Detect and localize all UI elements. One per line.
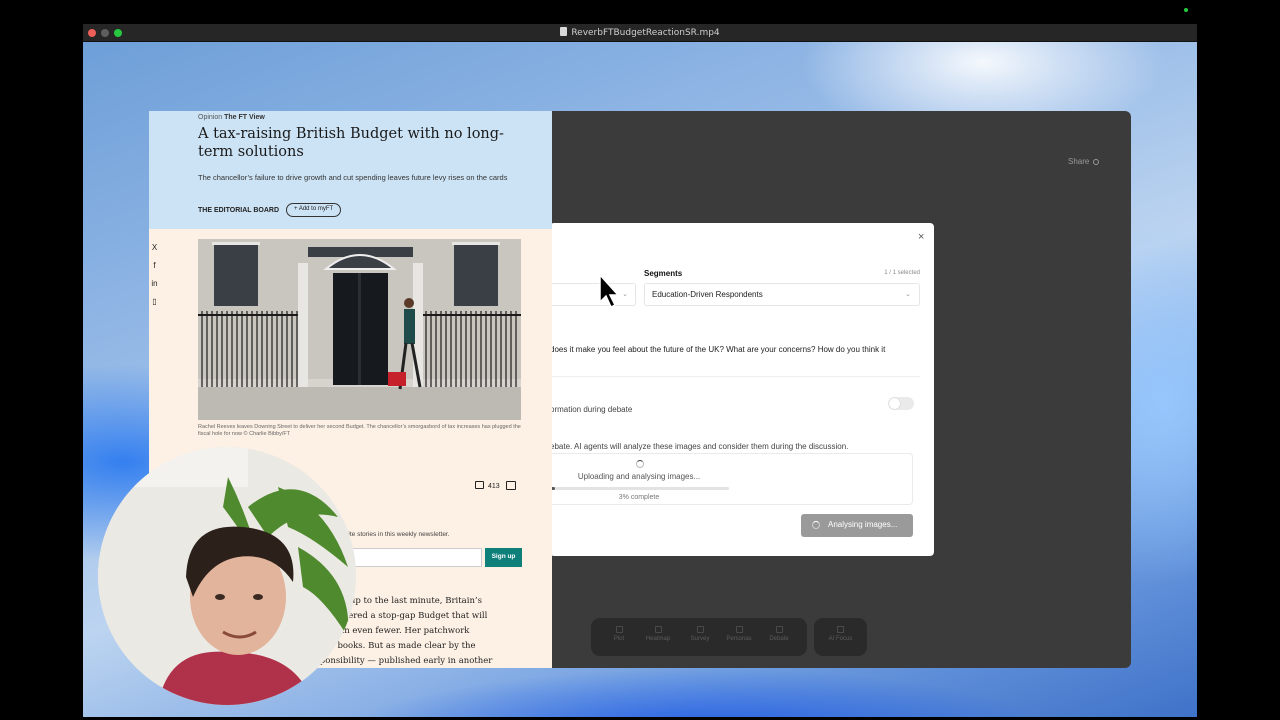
- bookmark-icon[interactable]: ▯: [149, 293, 160, 311]
- photo-caption: Rachel Reeves leaves Downing Street to d…: [198, 424, 521, 437]
- body-line: ces the books. But as made clear by the: [304, 641, 476, 651]
- tool-label: Personas: [726, 636, 752, 642]
- analyse-button-label: Analysing images...: [828, 520, 898, 529]
- kicker-column[interactable]: The FT View: [224, 114, 265, 121]
- plot-icon: [615, 626, 623, 633]
- share-button[interactable]: Share: [1068, 157, 1100, 166]
- print-icon[interactable]: [506, 481, 516, 490]
- information-toggle[interactable]: [888, 397, 914, 410]
- bottom-toolbar: Plot Heatmap Survey Personas Debate: [591, 618, 807, 656]
- segment-value: Education-Driven Respondents: [652, 290, 763, 299]
- segments-label: Segments: [644, 269, 683, 278]
- upload-progress-bar: [550, 487, 729, 490]
- ai-focus-icon: [837, 626, 844, 633]
- ai-focus-label: AI Focus: [828, 636, 853, 642]
- segments-select[interactable]: Education-Driven Respondents ⌄: [644, 283, 920, 306]
- upload-progress-label: 3% complete: [618, 494, 660, 501]
- comment-count: 413: [488, 483, 500, 490]
- tool-label: Debate: [769, 636, 789, 642]
- screen: ReverbFTBudgetReactionSR.mp4 Share Plot …: [0, 0, 1280, 720]
- personas-icon: [735, 626, 743, 633]
- article-kicker: Opinion The FT View: [198, 114, 265, 121]
- heatmap-icon: [654, 626, 662, 633]
- tool-survey[interactable]: Survey: [680, 626, 720, 642]
- image-upload-area[interactable]: Uploading and analysing images... 3% com…: [550, 453, 913, 505]
- article-standfirst: The chancellor’s failure to drive growth…: [198, 173, 508, 182]
- share-bar: X f in ▯: [149, 239, 160, 311]
- chevron-down-icon: ⌄: [905, 291, 911, 298]
- tool-personas[interactable]: Personas: [719, 626, 759, 642]
- window-titlebar[interactable]: ReverbFTBudgetReactionSR.mp4: [83, 24, 1197, 42]
- article-header: Opinion The FT View A tax-raising Britis…: [149, 111, 552, 229]
- share-label: Share: [1068, 157, 1090, 166]
- kicker-section[interactable]: Opinion: [198, 114, 222, 121]
- tool-plot[interactable]: Plot: [599, 626, 639, 642]
- loading-spinner-icon: [636, 460, 644, 468]
- tool-label: Plot: [613, 636, 625, 642]
- divider: [550, 376, 920, 377]
- ai-focus-button[interactable]: AI Focus: [814, 618, 867, 656]
- mouse-cursor-icon: [599, 274, 620, 309]
- upload-status: Uploading and analysing images...: [577, 472, 701, 481]
- survey-icon: [696, 626, 704, 633]
- button-spinner-icon: [812, 521, 820, 529]
- debate-setup-modal: × ⌄ Segments 1 / 1 selected Education-Dr…: [550, 223, 934, 556]
- window-title-text: ReverbFTBudgetReactionSR.mp4: [571, 28, 720, 38]
- x-share-icon[interactable]: X: [149, 239, 160, 257]
- tool-debate[interactable]: Debate: [759, 626, 799, 642]
- comments-link[interactable]: 413: [475, 481, 500, 490]
- tool-label: Heatmap: [645, 636, 671, 642]
- signup-button[interactable]: Sign up: [485, 548, 522, 567]
- linkedin-share-icon[interactable]: in: [149, 275, 160, 293]
- webcam-overlay: [98, 447, 356, 705]
- article-photo: [198, 239, 521, 420]
- close-icon[interactable]: ×: [918, 231, 924, 243]
- facebook-share-icon[interactable]: f: [149, 257, 160, 275]
- debate-prompt-field[interactable]: does it make you feel about the future o…: [550, 345, 912, 354]
- recording-indicator: [1184, 8, 1188, 12]
- article-byline[interactable]: THE EDITORIAL BOARD: [198, 207, 279, 214]
- video-file-icon: [560, 27, 568, 36]
- analysing-images-button[interactable]: Analysing images...: [801, 514, 913, 537]
- debate-icon: [775, 626, 783, 633]
- newsletter-description: ourite stories in this weekly newsletter…: [339, 531, 450, 538]
- add-to-myft-button[interactable]: + Add to myFT: [286, 203, 342, 217]
- toggle-knob: [889, 398, 900, 409]
- comment-icon: [475, 481, 484, 489]
- toggle-label: ormation during debate: [550, 405, 633, 414]
- tool-heatmap[interactable]: Heatmap: [638, 626, 678, 642]
- window-title: ReverbFTBudgetReactionSR.mp4: [83, 27, 1197, 38]
- tool-label: Survey: [690, 636, 710, 642]
- images-description: ebate. AI agents will analyze these imag…: [550, 442, 849, 451]
- segments-count: 1 / 1 selected: [884, 270, 920, 276]
- chevron-down-icon: ⌄: [622, 291, 628, 298]
- lock-icon: [1093, 159, 1100, 165]
- topic-select[interactable]: ⌄: [550, 283, 636, 306]
- article-title: A tax-raising British Budget with no lon…: [198, 126, 504, 160]
- body-line: Responsibility — published early in anot…: [304, 656, 493, 666]
